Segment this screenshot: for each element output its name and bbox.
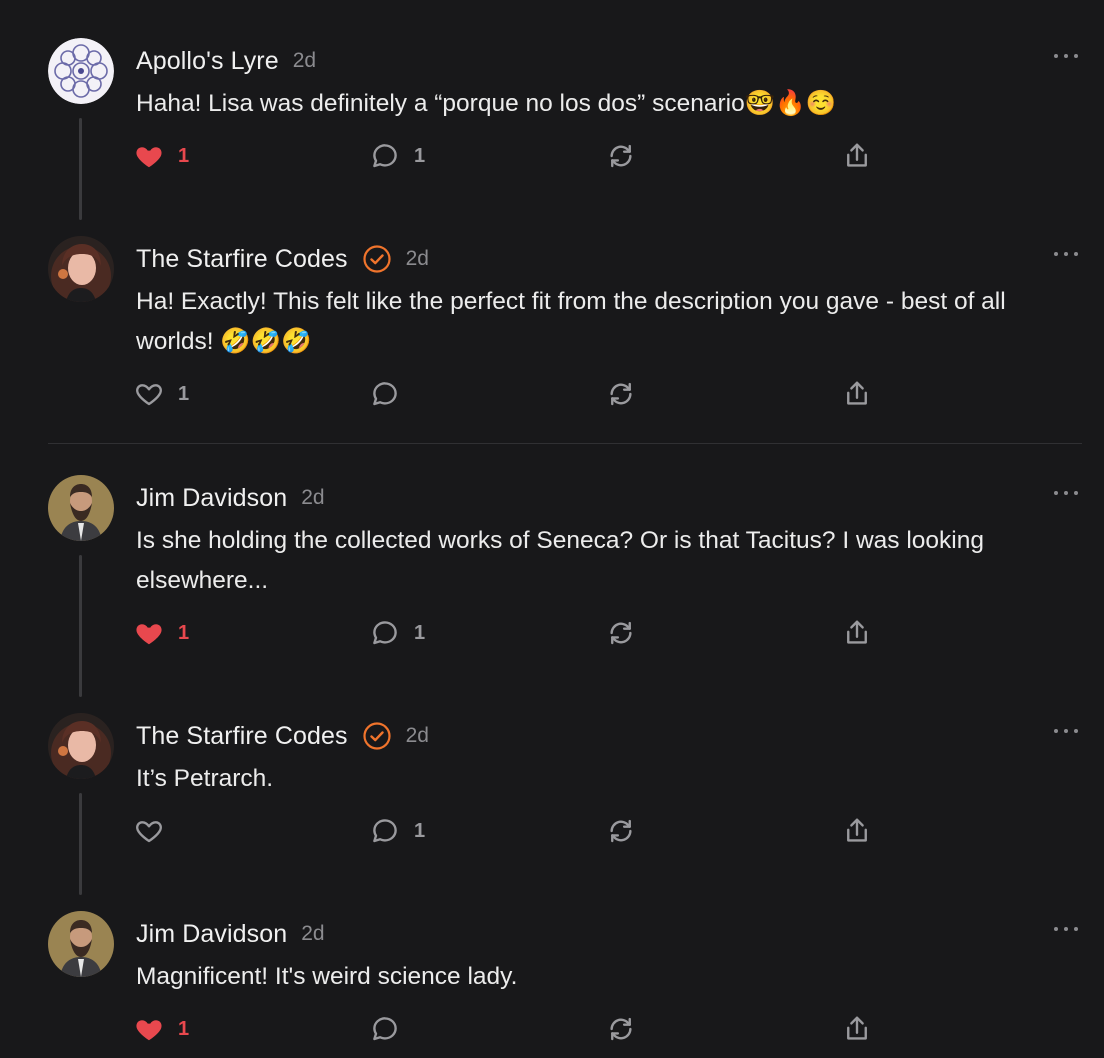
verified-badge-icon [363, 722, 391, 750]
comment-text: Ha! Exactly! This felt like the perfect … [136, 288, 1006, 355]
speech-bubble-icon [373, 144, 397, 168]
share-icon [847, 143, 867, 167]
heart-filled-icon [136, 624, 162, 645]
restack-button[interactable] [606, 139, 636, 173]
author-name[interactable]: Apollo's Lyre [136, 47, 279, 76]
reply-count: 1 [414, 621, 426, 644]
more-options-icon[interactable] [1054, 244, 1078, 264]
author-name[interactable]: Jim Davidson [136, 484, 287, 513]
restack-icon [610, 144, 632, 168]
comment-actions: 1 [134, 377, 894, 411]
share-button[interactable] [842, 814, 872, 848]
timestamp[interactable]: 2d [406, 724, 429, 748]
avatar[interactable] [48, 713, 114, 779]
comment-actions: 1 [134, 1012, 894, 1046]
like-button[interactable]: 1 [134, 616, 189, 650]
speech-bubble-icon [373, 1017, 397, 1041]
timestamp[interactable]: 2d [301, 922, 324, 946]
share-icon [847, 818, 867, 842]
like-count: 1 [178, 621, 190, 644]
reply-button[interactable]: 1 [370, 139, 425, 173]
comment-actions: 1 1 [134, 139, 894, 173]
like-button[interactable]: 1 [134, 1012, 189, 1046]
comment-actions: 1 1 [134, 616, 894, 650]
heart-filled-icon [136, 1020, 162, 1041]
avatar[interactable] [48, 38, 114, 104]
divider [48, 443, 1082, 444]
timestamp[interactable]: 2d [293, 49, 316, 73]
comment-actions: 1 [134, 814, 894, 848]
author-name[interactable]: The Starfire Codes [136, 245, 348, 274]
like-button[interactable] [134, 814, 178, 848]
restack-button[interactable] [606, 1012, 636, 1046]
reply-button[interactable] [370, 1012, 414, 1046]
heart-outline-icon [136, 384, 162, 406]
reply-button[interactable] [370, 377, 414, 411]
author-name[interactable]: Jim Davidson [136, 920, 287, 949]
share-button[interactable] [842, 1012, 872, 1046]
timestamp[interactable]: 2d [301, 486, 324, 510]
author-name[interactable]: The Starfire Codes [136, 722, 348, 751]
reply-button[interactable]: 1 [370, 814, 425, 848]
comment-text: Is she holding the collected works of Se… [136, 527, 984, 594]
share-button[interactable] [842, 139, 872, 173]
restack-icon [610, 382, 632, 406]
restack-button[interactable] [606, 377, 636, 411]
restack-button[interactable] [606, 616, 636, 650]
speech-bubble-icon [373, 621, 397, 645]
reply-button[interactable]: 1 [370, 616, 425, 650]
restack-icon [610, 1017, 632, 1041]
restack-icon [610, 621, 632, 645]
avatar[interactable] [48, 475, 114, 541]
verified-badge-icon [363, 245, 391, 273]
restack-button[interactable] [606, 814, 636, 848]
timestamp[interactable]: 2d [406, 247, 429, 271]
like-count: 1 [178, 144, 190, 167]
more-options-icon[interactable] [1054, 721, 1078, 741]
more-options-icon[interactable] [1054, 46, 1078, 66]
share-button[interactable] [842, 616, 872, 650]
like-count: 1 [178, 382, 190, 405]
speech-bubble-icon [373, 819, 397, 843]
like-button[interactable]: 1 [134, 377, 189, 411]
more-options-icon[interactable] [1054, 919, 1078, 939]
comment-text: Magnificent! It's weird science lady. [136, 963, 518, 990]
like-button[interactable]: 1 [134, 139, 189, 173]
share-icon [847, 381, 867, 405]
avatar[interactable] [48, 911, 114, 977]
share-icon [847, 1016, 867, 1040]
comment-text: It’s Petrarch. [136, 765, 274, 792]
like-count: 1 [178, 1017, 190, 1040]
speech-bubble-icon [373, 382, 397, 406]
reply-count: 1 [414, 819, 426, 842]
reply-count: 1 [414, 144, 426, 167]
thread-line [79, 555, 82, 697]
share-button[interactable] [842, 377, 872, 411]
heart-filled-icon [136, 147, 162, 168]
comment-text: Haha! Lisa was definitely a “porque no l… [136, 90, 837, 117]
more-options-icon[interactable] [1054, 483, 1078, 503]
share-icon [847, 620, 867, 644]
avatar[interactable] [48, 236, 114, 302]
heart-outline-icon [136, 821, 162, 843]
restack-icon [610, 819, 632, 843]
thread-line [79, 118, 82, 220]
thread-line [79, 793, 82, 895]
